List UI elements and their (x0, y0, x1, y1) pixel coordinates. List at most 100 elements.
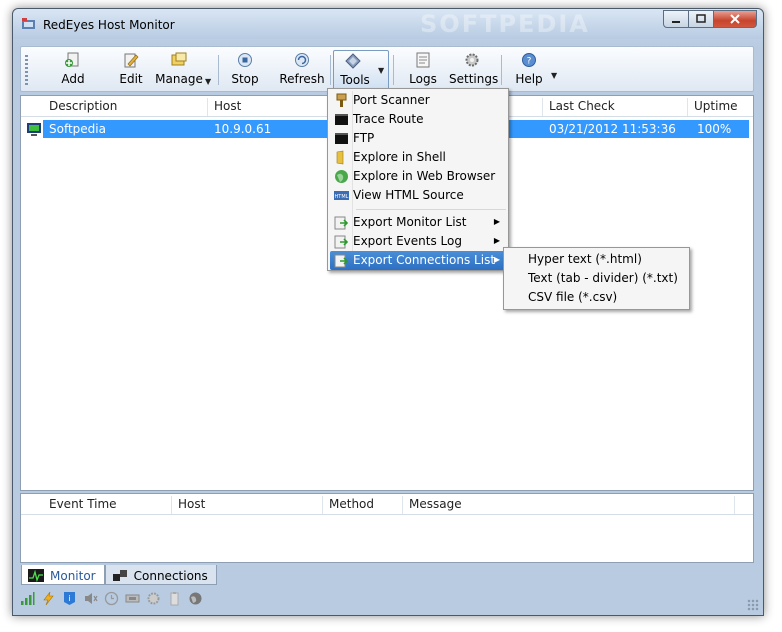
watermark: SOFTPEDIA (420, 10, 590, 38)
stop-button[interactable]: Stop (227, 50, 263, 90)
gear-icon[interactable] (145, 590, 162, 607)
resize-grip[interactable] (747, 599, 759, 611)
menu-item-explore-web[interactable]: Explore in Web Browser (330, 167, 506, 186)
port-scanner-icon (336, 93, 347, 107)
clock-icon[interactable] (103, 590, 120, 607)
submenu-arrow-icon: ▶ (493, 255, 500, 264)
menu-item-export-connections[interactable]: Export Connections List ▶ (330, 251, 506, 270)
globe-icon[interactable] (187, 590, 204, 607)
window-title: RedEyes Host Monitor (43, 18, 175, 32)
cell-uptime: 100% (697, 122, 732, 136)
submenu-item-html[interactable]: Hyper text (*.html) (528, 252, 642, 266)
tab-monitor[interactable]: Monitor (21, 565, 105, 585)
column-header-last-check[interactable]: Last Check (549, 99, 615, 113)
tab-strip: Monitor Connections (21, 565, 217, 585)
menu-item-label: Export Connections List (353, 253, 496, 267)
column-header-host[interactable]: Host (214, 99, 241, 113)
menu-item-ftp[interactable]: FTP (330, 129, 506, 148)
settings-button[interactable]: Settings (449, 50, 498, 90)
menu-item-port-scanner[interactable]: Port Scanner (330, 91, 506, 110)
toolbar: Add Edit Manage ▼ Stop Refresh Tools ▼ L… (20, 46, 754, 92)
html-icon: HTML (334, 191, 349, 200)
column-divider[interactable] (687, 98, 688, 116)
menu-item-label: Export Monitor List (353, 215, 467, 229)
menu-item-export-events[interactable]: Export Events Log ▶ (330, 232, 506, 251)
column-divider[interactable] (734, 496, 735, 514)
menu-item-label: Port Scanner (353, 93, 430, 107)
column-header-method[interactable]: Method (329, 497, 374, 511)
help-label: Help (515, 72, 543, 86)
lightning-icon[interactable] (40, 590, 57, 607)
menu-item-export-monitor[interactable]: Export Monitor List ▶ (330, 213, 506, 232)
network-card-icon[interactable] (124, 590, 141, 607)
menu-item-label: View HTML Source (353, 188, 464, 202)
column-header-uptime[interactable]: Uptime (694, 99, 738, 113)
menu-item-label: Explore in Shell (353, 150, 446, 164)
logs-icon (416, 52, 430, 68)
menu-item-view-html[interactable]: HTML View HTML Source (330, 186, 506, 205)
terminal-icon (335, 114, 348, 125)
tab-connections[interactable]: Connections (104, 565, 217, 585)
column-divider[interactable] (171, 496, 172, 514)
maximize-button[interactable] (688, 10, 714, 28)
column-divider[interactable] (322, 496, 323, 514)
manage-button[interactable]: Manage (155, 50, 203, 90)
tab-connections-label: Connections (133, 568, 208, 583)
monitor-tab-icon (28, 569, 44, 582)
export-icon (334, 235, 349, 249)
manage-icon (171, 52, 187, 66)
add-label: Add (61, 72, 85, 86)
refresh-button[interactable]: Refresh (279, 50, 325, 90)
help-button[interactable]: ? Help (511, 50, 547, 90)
monitor-status-icon (27, 123, 41, 136)
column-header-event-time[interactable]: Event Time (49, 497, 117, 511)
stop-label: Stop (231, 72, 259, 86)
manage-dropdown-arrow-icon[interactable]: ▼ (205, 77, 211, 86)
toolbar-separator (218, 55, 219, 85)
signal-icon[interactable] (19, 590, 36, 607)
tools-label: Tools (340, 73, 370, 87)
help-icon: ? (522, 53, 536, 67)
events-grid-header: Event Time Host Method Message (21, 494, 753, 515)
column-header-event-host[interactable]: Host (178, 497, 205, 511)
battery-icon[interactable] (166, 590, 183, 607)
connections-tab-icon (112, 570, 127, 581)
close-icon (730, 14, 740, 24)
submenu-arrow-icon: ▶ (493, 217, 500, 226)
column-header-message[interactable]: Message (409, 497, 462, 511)
title-bar[interactable]: RedEyes Host Monitor (13, 9, 763, 39)
manage-label: Manage (155, 72, 203, 86)
globe-icon (335, 170, 348, 183)
submenu-item-txt[interactable]: Text (tab - divider) (*.txt) (528, 271, 678, 285)
column-divider[interactable] (402, 496, 403, 514)
export-icon (334, 254, 349, 268)
tools-button[interactable]: Tools ▼ (333, 50, 389, 90)
column-divider[interactable] (542, 98, 543, 116)
info-icon[interactable]: i (61, 590, 78, 607)
menu-item-trace-route[interactable]: Trace Route (330, 110, 506, 129)
edit-button[interactable]: Edit (113, 50, 149, 90)
add-button[interactable]: Add (55, 50, 91, 90)
logs-button[interactable]: Logs (405, 50, 441, 90)
edit-label: Edit (119, 72, 143, 86)
close-button[interactable] (713, 10, 757, 28)
speaker-icon[interactable] (82, 590, 99, 607)
help-dropdown-arrow-icon[interactable]: ▼ (551, 71, 557, 80)
column-divider[interactable] (207, 98, 208, 116)
maximize-icon (696, 14, 706, 23)
tools-dropdown-arrow-icon[interactable]: ▼ (378, 66, 384, 75)
submenu-item-csv[interactable]: CSV file (*.csv) (528, 290, 617, 304)
submenu-arrow-icon: ▶ (493, 236, 500, 245)
menu-item-explore-shell[interactable]: Explore in Shell (330, 148, 506, 167)
cell-last-check: 03/21/2012 11:53:36 (549, 122, 676, 136)
tab-monitor-label: Monitor (50, 568, 96, 583)
toolbar-grip[interactable] (25, 55, 28, 85)
column-header-description[interactable]: Description (49, 99, 117, 113)
gear-icon (465, 53, 479, 67)
menu-item-label: Explore in Web Browser (353, 169, 496, 183)
minimize-button[interactable] (663, 10, 689, 28)
terminal-icon (335, 133, 348, 144)
events-grid[interactable]: Event Time Host Method Message (20, 493, 754, 563)
menu-item-label: Trace Route (353, 112, 424, 126)
toolbar-separator (501, 55, 502, 85)
